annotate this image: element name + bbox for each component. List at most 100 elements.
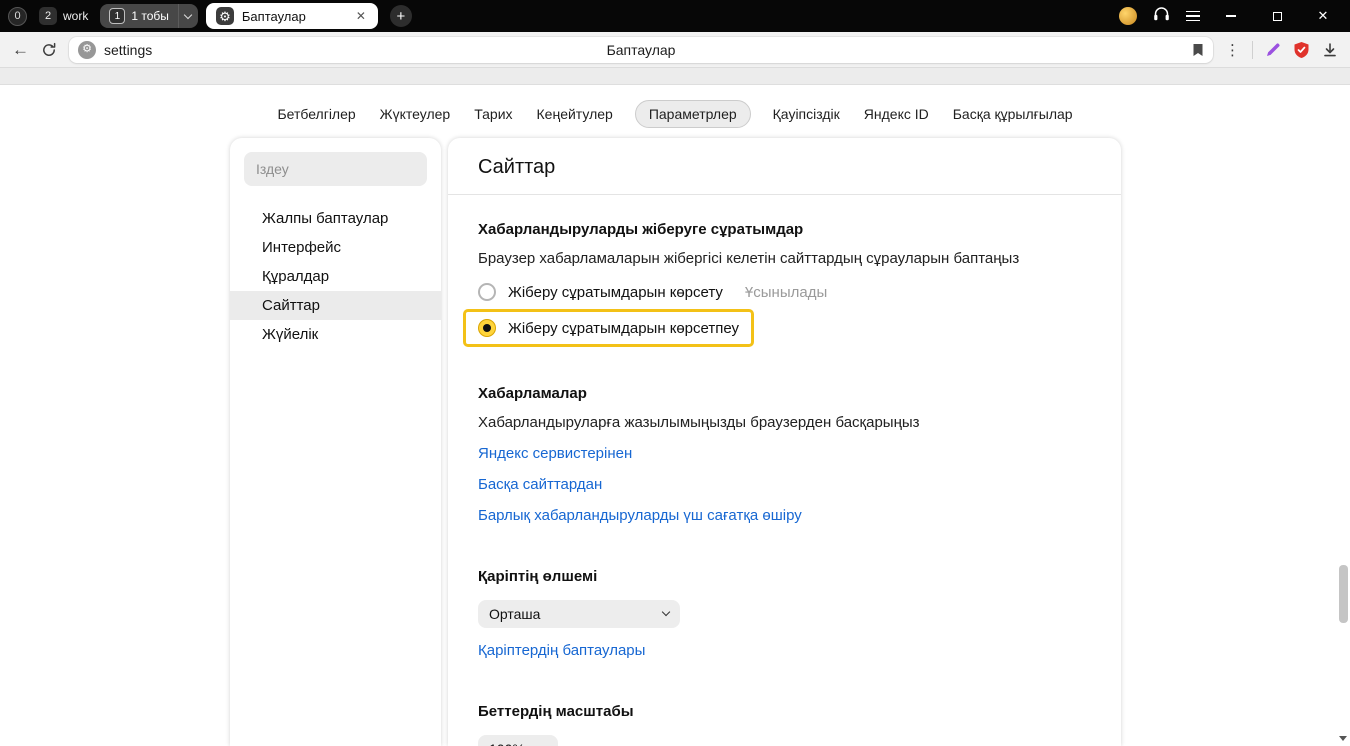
link-font-settings[interactable]: Қаріптердің баптаулары	[478, 642, 645, 659]
shield-icon	[1293, 41, 1310, 59]
sidebar-item-system[interactable]: Жүйелік	[230, 320, 441, 349]
brush-icon	[1265, 42, 1281, 58]
font-size-heading: Қаріптің өлшемі	[478, 568, 1091, 585]
more-menu-button[interactable]: ⋮	[1225, 41, 1240, 59]
new-tab-button[interactable]: +	[390, 5, 412, 27]
tab-close-button[interactable]: ✕	[354, 9, 368, 23]
nav-tab-other-devices[interactable]: Басқа құрылғылар	[951, 100, 1075, 128]
tab-group-dropdown-button[interactable]	[178, 4, 198, 28]
page-zoom-select[interactable]: 100%	[478, 735, 558, 746]
bookmark-button[interactable]	[1192, 43, 1204, 57]
link-other-sites[interactable]: Басқа сайттардан	[478, 476, 602, 493]
panel-body: Хабарландыруларды жіберуге сұратымдар Бр…	[448, 195, 1121, 746]
back-button[interactable]: ←	[12, 41, 29, 58]
titlebar: 0 2 work 1 1 тобы ⚙ Баптаулар ✕ +	[0, 0, 1350, 32]
page-zoom-heading: Беттердің масштабы	[478, 703, 1091, 720]
bookmark-icon	[1192, 43, 1204, 57]
tab-work-label: work	[63, 9, 88, 23]
maximize-icon	[1273, 12, 1282, 21]
settings-layout: Жалпы баптаулар Интерфейс Құралдар Сайтт…	[230, 138, 1121, 746]
minimize-button[interactable]	[1216, 0, 1246, 32]
avatar[interactable]	[1119, 7, 1137, 25]
notifications-section: Хабарламалар Хабарландыруларға жазылымың…	[478, 385, 1091, 524]
panel-title: Сайттар	[448, 138, 1121, 195]
scrollbar-thumb[interactable]	[1339, 565, 1348, 623]
refresh-button[interactable]	[41, 42, 57, 58]
highlight-box: Жіберу сұратымдарын көрсетпеу	[463, 309, 754, 347]
settings-favicon: ⚙	[78, 41, 96, 59]
hamburger-icon	[1186, 11, 1200, 13]
scroll-down-button[interactable]	[1337, 732, 1349, 744]
settings-sidebar: Жалпы баптаулар Интерфейс Құралдар Сайтт…	[230, 138, 441, 746]
tab-strip: 0 2 work 1 1 тобы ⚙ Баптаулар ✕ +	[0, 3, 412, 29]
protect-button[interactable]	[1293, 41, 1310, 59]
recommended-hint: Ұсынылады	[745, 284, 827, 301]
font-size-select[interactable]: Орташа	[478, 600, 680, 628]
browser-window: 0 2 work 1 1 тобы ⚙ Баптаулар ✕ +	[0, 0, 1350, 746]
tab-settings-label: Баптаулар	[242, 9, 346, 24]
menu-button[interactable]	[1186, 11, 1200, 22]
notification-requests-description: Браузер хабарламаларын жібергісі келетін…	[478, 250, 1091, 267]
tab-work[interactable]: 2 work	[35, 5, 92, 27]
link-yandex-services[interactable]: Яндекс сервистерінен	[478, 445, 632, 462]
radio-option-show-label: Жіберу сұратымдарын көрсету	[508, 284, 723, 301]
search-wrap	[244, 152, 427, 186]
notifications-description: Хабарландыруларға жазылымыңызды браузерд…	[478, 414, 1091, 431]
download-icon	[1322, 42, 1338, 58]
sidebar-item-interface[interactable]: Интерфейс	[230, 233, 441, 262]
radio-checked-icon[interactable]	[478, 319, 496, 337]
tab-group-label: 1 тобы	[131, 9, 169, 23]
tab-group-wrap: 1 1 тобы	[100, 4, 198, 28]
page-zoom-value: 100%	[489, 741, 525, 746]
close-window-button[interactable]: ✕	[1308, 0, 1338, 32]
tab-work-badge: 2	[39, 7, 57, 25]
chevron-down-icon	[662, 608, 670, 616]
sidebar-list: Жалпы баптаулар Интерфейс Құралдар Сайтт…	[230, 204, 441, 349]
voice-assistant-button[interactable]	[1153, 6, 1170, 26]
chevron-down-icon	[184, 10, 192, 18]
settings-nav: Бетбелгілер Жүктеулер Тарих Кеңейтулер П…	[0, 100, 1350, 128]
tab-counter-zero[interactable]: 0	[8, 7, 27, 26]
nav-tab-history[interactable]: Тарих	[472, 100, 514, 128]
nav-tab-bookmarks[interactable]: Бетбелгілер	[275, 100, 357, 128]
downloads-button[interactable]	[1322, 42, 1338, 58]
nav-tab-yandex-id[interactable]: Яндекс ID	[862, 100, 931, 128]
settings-panel: Сайттар Хабарландыруларды жіберуге сұрат…	[448, 138, 1121, 746]
address-bar[interactable]: ⚙ settings Баптаулар	[69, 37, 1213, 63]
notification-requests-heading: Хабарландыруларды жіберуге сұратымдар	[478, 221, 1091, 238]
sidebar-item-tools[interactable]: Құралдар	[230, 262, 441, 291]
headphones-icon	[1153, 6, 1170, 26]
nav-tab-downloads[interactable]: Жүктеулер	[378, 100, 453, 128]
triangle-down-icon	[1339, 736, 1347, 741]
link-mute-all-notifications[interactable]: Барлық хабарландыруларды үш сағатқа өшір…	[478, 507, 802, 524]
titlebar-right: ✕	[1119, 0, 1350, 32]
font-size-value: Орташа	[489, 606, 540, 622]
page-top-strip	[0, 68, 1350, 85]
nav-tab-security[interactable]: Қауіпсіздік	[771, 100, 842, 128]
radio-unchecked-icon[interactable]	[478, 283, 496, 301]
address-text: settings	[104, 42, 152, 58]
tab-settings[interactable]: ⚙ Баптаулар ✕	[206, 3, 378, 29]
gear-icon: ⚙	[216, 7, 234, 25]
minimize-icon	[1226, 15, 1236, 17]
settings-page: Бетбелгілер Жүктеулер Тарих Кеңейтулер П…	[0, 68, 1350, 746]
tab-group-badge: 1	[109, 8, 125, 24]
refresh-icon	[41, 42, 57, 58]
search-input[interactable]	[244, 152, 427, 186]
notifications-heading: Хабарламалар	[478, 385, 1091, 402]
page-title: Баптаулар	[69, 42, 1213, 58]
nav-tab-settings[interactable]: Параметрлер	[635, 100, 751, 128]
sidebar-item-general[interactable]: Жалпы баптаулар	[230, 204, 441, 233]
font-size-section: Қаріптің өлшемі Орташа Қаріптердің бапта…	[478, 568, 1091, 659]
page-zoom-section: Беттердің масштабы 100% Сайттың баптаула…	[478, 703, 1091, 746]
maximize-button[interactable]	[1262, 0, 1292, 32]
tab-group[interactable]: 1 1 тобы	[100, 4, 178, 28]
close-icon: ✕	[1318, 8, 1329, 24]
customize-button[interactable]	[1265, 42, 1281, 58]
toolbar-divider	[1252, 41, 1253, 59]
sidebar-item-sites[interactable]: Сайттар	[230, 291, 441, 320]
toolbar: ← ⚙ settings Баптаулар ⋮	[0, 32, 1350, 68]
radio-option-hide-label: Жіберу сұратымдарын көрсетпеу	[508, 320, 739, 337]
radio-option-show-requests[interactable]: Жіберу сұратымдарын көрсету Ұсынылады	[478, 283, 1091, 301]
nav-tab-extensions[interactable]: Кеңейтулер	[535, 100, 615, 128]
